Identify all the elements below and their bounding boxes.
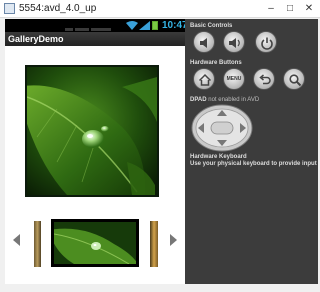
search-button[interactable] (283, 68, 305, 90)
back-button[interactable] (253, 68, 275, 90)
battery-icon (152, 21, 158, 30)
power-button[interactable] (255, 31, 277, 53)
home-icon (198, 73, 212, 86)
dpad-control[interactable] (190, 103, 254, 153)
leaf-image (27, 67, 157, 195)
volume-down-button[interactable] (193, 31, 215, 53)
status-bar: 10:47 (5, 19, 185, 32)
wifi-icon (126, 21, 138, 30)
gallery-item-selected[interactable] (51, 219, 139, 267)
app-title: GalleryDemo (8, 34, 64, 44)
action-bar: GalleryDemo (5, 32, 185, 46)
menu-button[interactable]: MENU (223, 68, 245, 90)
chevron-right-icon[interactable] (170, 234, 177, 246)
gallery-item-next[interactable] (150, 221, 158, 267)
volume-down-icon (200, 38, 207, 48)
window-title: 5554:avd_4.0_up (19, 3, 97, 14)
basic-controls-label: Basic Controls (190, 23, 233, 29)
gallery-item-previous[interactable] (34, 221, 41, 267)
home-button[interactable] (193, 68, 215, 90)
status-time: 10:47 (162, 20, 185, 31)
menu-icon: MENU (226, 76, 242, 82)
minimize-button[interactable]: – (262, 2, 280, 15)
close-button[interactable]: ✕ (300, 2, 318, 15)
hardware-keyboard-label: Hardware Keyboard (190, 154, 247, 160)
dpad-center-button[interactable] (210, 121, 234, 135)
gallery-strip[interactable] (5, 217, 185, 269)
signal-icon (139, 21, 150, 30)
device-screen[interactable]: 10:47 GalleryDemo (5, 19, 185, 284)
window-title-bar[interactable]: 5554:avd_4.0_up – □ ✕ (0, 0, 320, 18)
main-image[interactable] (25, 65, 159, 197)
notification-icons (65, 21, 121, 32)
volume-up-button[interactable] (223, 31, 245, 53)
emulator-controls: Basic Controls Hardware Buttons MENU DPA… (185, 19, 318, 284)
volume-up-icon (229, 38, 240, 48)
hardware-keyboard-description: Use your physical keyboard to provide in… (190, 161, 317, 167)
chevron-left-icon[interactable] (13, 234, 20, 246)
maximize-button[interactable]: □ (281, 2, 299, 15)
back-icon (259, 74, 271, 85)
power-icon (261, 37, 273, 50)
hardware-buttons-label: Hardware Buttons (190, 60, 242, 66)
search-icon (289, 74, 302, 87)
app-icon (4, 3, 15, 14)
leaf-thumbnail (54, 222, 136, 264)
